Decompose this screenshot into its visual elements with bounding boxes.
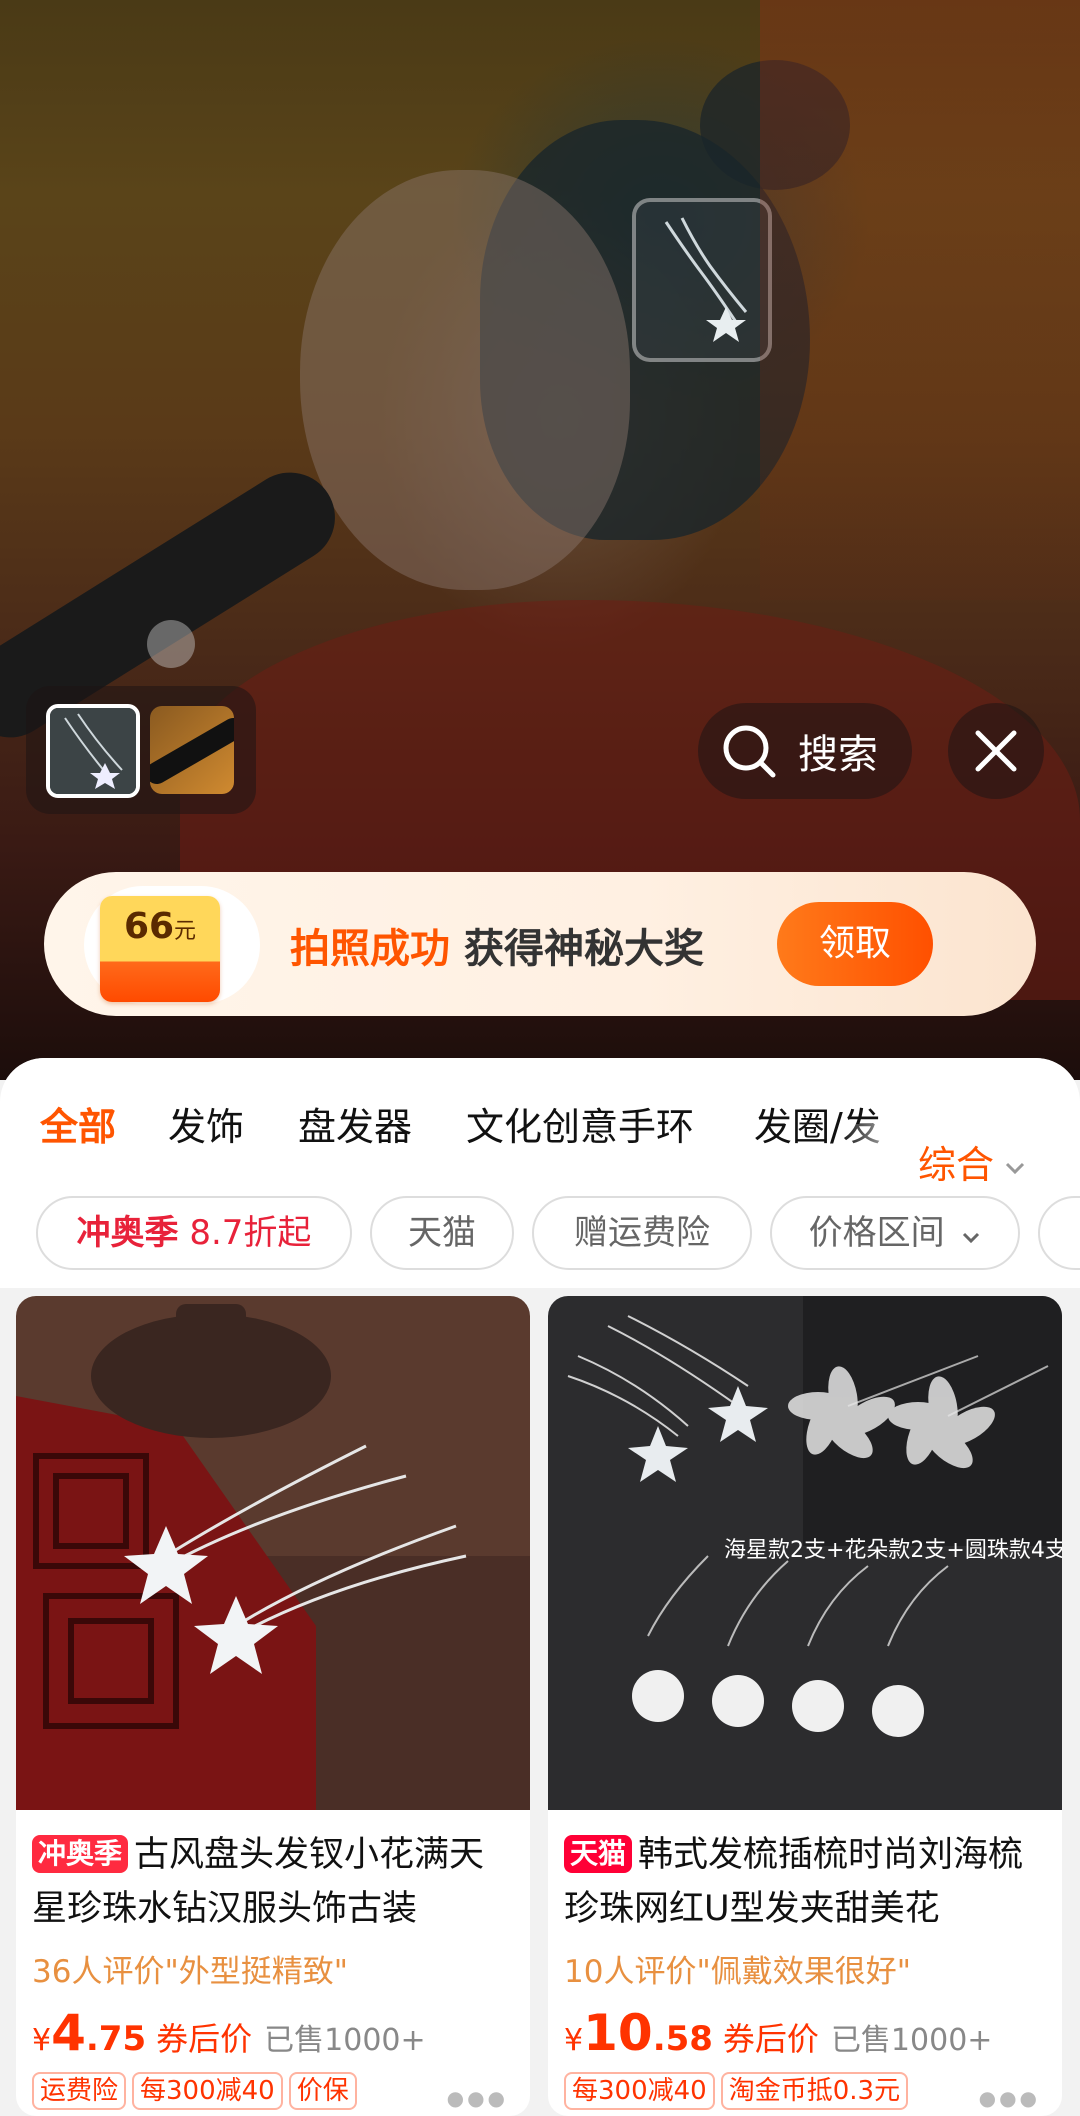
product-tag: 每300减40 — [564, 2072, 715, 2110]
product-tag: 运费险 — [32, 2072, 127, 2110]
product-review: 10人评价"佩戴效果很好" — [564, 1954, 911, 1990]
product-title: 天猫 韩式发梳插梳时尚刘海梳珍珠网红U型发夹甜美花 — [564, 1835, 1024, 1929]
coupon-icon: 66元 — [100, 896, 220, 1002]
product-image — [16, 1296, 530, 1810]
chip-price-range[interactable]: 价格区间 — [770, 1196, 1020, 1270]
chevron-down-icon — [1005, 1162, 1025, 1174]
tab-hair-styler[interactable]: 盘发器 — [298, 1096, 412, 1151]
product-card[interactable]: 海星款2支+花朵款2支+圆珠款4支 天猫 韩式发梳插梳时尚刘海梳珍珠网红U型发夹甜… — [548, 1296, 1062, 2116]
detected-items-strip — [26, 686, 256, 814]
more-options-icon[interactable]: ●●● — [447, 2086, 508, 2110]
hairpin-icon — [664, 217, 748, 342]
close-icon — [975, 730, 1017, 772]
product-card[interactable]: 冲奥季 古风盘头发钗小花满天星珍珠水钻汉服头饰古装 36人评价"外型挺精致" ¥4… — [16, 1296, 530, 2116]
hairpin-thumb-icon — [50, 708, 136, 794]
chip-more[interactable] — [1038, 1196, 1080, 1270]
product-tag: 每300减40 — [132, 2072, 283, 2110]
product-badge: 冲奥季 — [32, 1835, 129, 1873]
product-image-caption: 海星款2支+花朵款2支+圆珠款4支 — [724, 1538, 1062, 1563]
close-button[interactable] — [948, 703, 1044, 799]
filter-header: 全部 发饰 盘发器 文化创意手环 发圈/发 综合 冲奥季 8.7折起 天猫 赠运… — [0, 1058, 1080, 1288]
product-price: ¥4.75 券后价 已售1000+ — [32, 2004, 426, 2062]
product-badge: 天猫 — [564, 1835, 633, 1873]
drag-handle[interactable] — [147, 620, 195, 668]
detected-object-box[interactable] — [632, 198, 772, 362]
sort-label: 综合 — [918, 1143, 995, 1187]
product-tag: 价保 — [288, 2072, 357, 2110]
category-tabs: 全部 发饰 盘发器 文化创意手环 发圈/发 综合 — [0, 1096, 1080, 1204]
product-tags: 每300减40 淘金币抵0.3元 — [564, 2072, 914, 2110]
promo-text: 获得神秘大奖 — [464, 926, 704, 972]
coupon-amount: 66元 — [123, 906, 197, 947]
product-tags: 运费险 每300减40 价保 — [32, 2072, 363, 2110]
product-review: 36人评价"外型挺精致" — [32, 1954, 348, 1990]
product-title: 冲奥季 古风盘头发钗小花满天星珍珠水钻汉服头饰古装 — [32, 1835, 485, 1929]
search-button-label: 搜索 — [798, 732, 878, 778]
sort-dropdown[interactable]: 综合 — [916, 1134, 1027, 1189]
more-options-icon[interactable]: ●●● — [979, 2086, 1040, 2110]
chevron-down-icon — [963, 1232, 980, 1244]
tab-all[interactable]: 全部 — [40, 1096, 116, 1151]
chip-free-return-insurance[interactable]: 赠运费险 — [532, 1196, 752, 1270]
tab-hair-accessories[interactable]: 发饰 — [168, 1096, 244, 1151]
thumbnail-microphone[interactable] — [150, 706, 234, 794]
filter-chips: 冲奥季 8.7折起 天猫 赠运费险 价格区间 — [0, 1196, 1080, 1270]
tab-cultural-bracelet[interactable]: 文化创意手环 — [466, 1096, 694, 1151]
photo-face — [300, 170, 630, 590]
promo-banner[interactable]: 66元 拍照成功 获得神秘大奖 领取 — [44, 872, 1036, 1016]
product-image: 海星款2支+花朵款2支+圆珠款4支 — [548, 1296, 1062, 1810]
chip-olympic-sale[interactable]: 冲奥季 8.7折起 — [36, 1196, 352, 1270]
thumbnail-hairpin[interactable] — [46, 704, 140, 798]
promo-highlight: 拍照成功 — [290, 926, 450, 972]
tabs-fade — [840, 1124, 916, 1204]
search-button[interactable]: 搜索 — [698, 703, 912, 799]
product-tag: 淘金币抵0.3元 — [720, 2072, 909, 2110]
claim-button[interactable]: 领取 — [777, 902, 933, 986]
product-price: ¥10.58 券后价 已售1000+ — [564, 2004, 993, 2062]
chip-tmall[interactable]: 天猫 — [370, 1196, 514, 1270]
search-icon — [723, 725, 776, 778]
results-sheet: 全部 发饰 盘发器 文化创意手环 发圈/发 综合 冲奥季 8.7折起 天猫 赠运… — [0, 1058, 1080, 2116]
